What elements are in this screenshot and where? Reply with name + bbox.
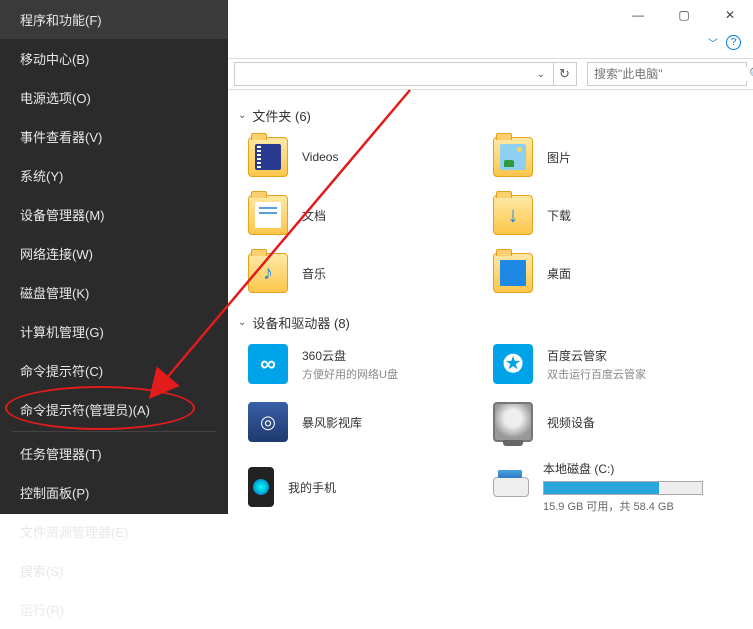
collapse-chevron-icon: ⌄ [238, 110, 246, 121]
window-titlebar: — ▢ ✕ [228, 0, 753, 30]
folder-label: Videos [302, 150, 338, 164]
context-menu-item[interactable]: 事件查看器(V) [0, 117, 228, 156]
folder-label: 图片 [547, 149, 571, 166]
winx-context-menu: 程序和功能(F)移动中心(B)电源选项(O)事件查看器(V)系统(Y)设备管理器… [0, 0, 228, 514]
baofeng-icon: ◎ [248, 402, 288, 442]
help-icon[interactable]: ? [726, 35, 741, 50]
drive-icon [493, 477, 529, 497]
search-box: 🔍 [587, 62, 747, 86]
section-header-devices[interactable]: ⌄ 设备和驱动器 (8) [238, 313, 743, 332]
device-360cloud[interactable]: ∞ 360云盘 方便好用的网络U盘 [238, 340, 483, 398]
search-icon[interactable]: 🔍 [749, 67, 753, 81]
context-menu-item[interactable]: 设备管理器(M) [0, 195, 228, 234]
search-input[interactable] [594, 67, 749, 81]
folder-label: 桌面 [547, 265, 571, 282]
context-menu-item[interactable]: 命令提示符(C) [0, 351, 228, 390]
context-menu-item[interactable]: 程序和功能(F) [0, 0, 228, 39]
drive-label: 本地磁盘 (C:) [543, 460, 703, 477]
folder-label: 下载 [547, 207, 571, 224]
folder-icon [493, 253, 533, 293]
device-phone[interactable]: 我的手机 [238, 456, 483, 514]
device-sub: 方便好用的网络U盘 [302, 366, 398, 382]
minimize-button[interactable]: — [615, 0, 661, 30]
context-menu-item[interactable]: 搜索(S) [0, 551, 228, 590]
ribbon-chevron-icon[interactable]: ﹀ [708, 35, 718, 50]
folder-tile[interactable]: 桌面 [483, 249, 728, 307]
context-menu-item[interactable]: 磁盘管理(K) [0, 273, 228, 312]
folder-label: 文档 [302, 207, 326, 224]
device-label: 360云盘 [302, 347, 398, 364]
collapse-chevron-icon: ⌄ [238, 317, 246, 328]
folder-tile[interactable]: 图片 [483, 133, 728, 191]
device-drive-c[interactable]: 本地磁盘 (C:) 15.9 GB 可用，共 58.4 GB [483, 456, 728, 514]
content-pane: ⌄ 文件夹 (6) Videos图片文档下载音乐桌面 ⌄ 设备和驱动器 (8) … [228, 90, 753, 514]
context-menu-item[interactable]: 文件资源管理器(E) [0, 512, 228, 551]
device-label: 百度云管家 [547, 347, 646, 364]
folder-tile[interactable]: 下载 [483, 191, 728, 249]
drive-capacity-bar [543, 481, 703, 495]
maximize-button[interactable]: ▢ [661, 0, 707, 30]
folder-icon [248, 195, 288, 235]
ribbon-bar: ﹀ ? [228, 30, 753, 54]
device-webcam[interactable]: 视频设备 [483, 398, 728, 456]
device-label: 视频设备 [547, 414, 595, 431]
context-menu-item[interactable]: 电源选项(O) [0, 78, 228, 117]
folder-tile[interactable]: Videos [238, 133, 483, 191]
context-menu-item[interactable]: 控制面板(P) [0, 473, 228, 512]
webcam-icon [493, 402, 533, 442]
folder-icon [493, 137, 533, 177]
address-box[interactable]: ⌄ [234, 62, 554, 86]
context-menu-item[interactable]: 移动中心(B) [0, 39, 228, 78]
context-menu-item[interactable]: 命令提示符(管理员)(A) [0, 390, 228, 429]
context-menu-item[interactable]: 系统(Y) [0, 156, 228, 195]
folder-tile[interactable]: 音乐 [238, 249, 483, 307]
section-header-folders[interactable]: ⌄ 文件夹 (6) [238, 106, 743, 125]
drive-capacity-text: 15.9 GB 可用，共 58.4 GB [543, 498, 703, 514]
device-label: 暴风影视库 [302, 414, 362, 431]
device-baidu[interactable]: ✪ 百度云管家 双击运行百度云管家 [483, 340, 728, 398]
folder-icon [248, 253, 288, 293]
folder-icon [248, 137, 288, 177]
address-bar: ⌄ ↻ 🔍 [228, 58, 753, 90]
section-label: 文件夹 (6) [252, 106, 311, 125]
phone-icon [248, 467, 274, 507]
context-menu-item[interactable]: 任务管理器(T) [0, 434, 228, 473]
device-label: 我的手机 [288, 479, 336, 496]
context-menu-item[interactable]: 网络连接(W) [0, 234, 228, 273]
folder-tile[interactable]: 文档 [238, 191, 483, 249]
section-label: 设备和驱动器 (8) [252, 313, 350, 332]
device-baofeng[interactable]: ◎ 暴风影视库 [238, 398, 483, 456]
menu-separator [12, 431, 216, 432]
folder-label: 音乐 [302, 265, 326, 282]
refresh-button[interactable]: ↻ [553, 62, 577, 86]
cloud-icon: ∞ [248, 344, 288, 384]
context-menu-item[interactable]: 计算机管理(G) [0, 312, 228, 351]
address-chevron-icon[interactable]: ⌄ [537, 69, 545, 80]
context-menu-item[interactable]: 运行(R) [0, 590, 228, 629]
device-sub: 双击运行百度云管家 [547, 366, 646, 382]
baidu-cloud-icon: ✪ [493, 344, 533, 384]
close-button[interactable]: ✕ [707, 0, 753, 30]
folder-icon [493, 195, 533, 235]
